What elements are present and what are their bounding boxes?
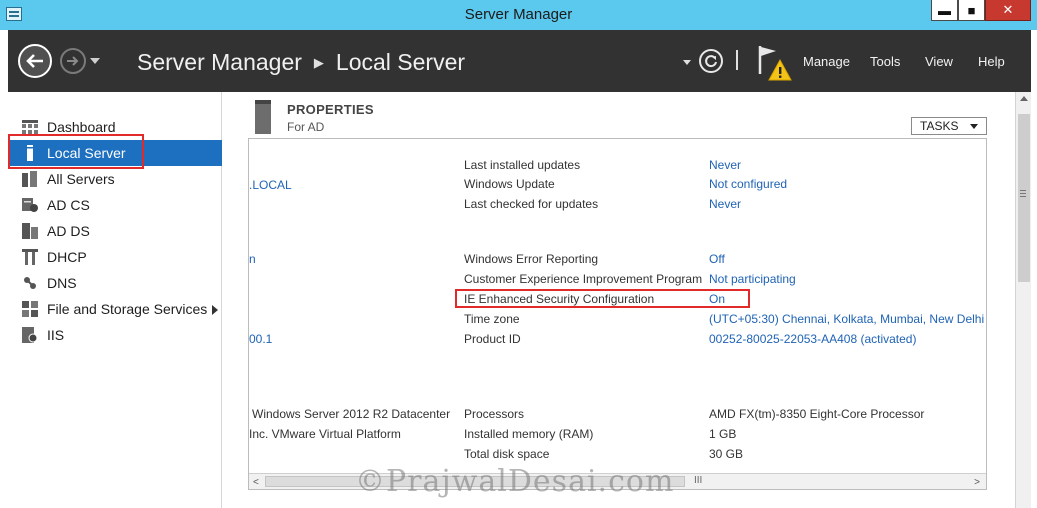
highlight-box-local-server — [8, 134, 144, 169]
close-button[interactable]: ✕ — [985, 0, 1031, 21]
os-version-fragment: Windows Server 2012 R2 Datacenter — [252, 407, 451, 421]
highlight-box-ie-esc — [455, 289, 750, 308]
property-value: 1 GB — [709, 427, 737, 441]
properties-panel: .LOCAL n 00.1 Windows Server 2012 R2 Dat… — [248, 138, 987, 490]
hardware-info-fragment: Inc. VMware Virtual Platform — [249, 427, 401, 441]
tasks-dropdown[interactable]: TASKS — [911, 117, 987, 135]
breadcrumb: Server Manager ▶ Local Server — [137, 49, 465, 76]
sidebar-item-label: All Servers — [47, 171, 115, 187]
tasks-label: TASKS — [920, 119, 959, 133]
property-label: Installed memory (RAM) — [464, 427, 594, 441]
file-storage-icon — [22, 301, 38, 317]
property-label: Last checked for updates — [464, 197, 599, 211]
property-value: 30 GB — [709, 447, 744, 461]
property-label: Total disk space — [464, 447, 550, 461]
scroll-grip-icon — [1020, 190, 1026, 191]
sidebar-item-dhcp[interactable]: DHCP — [8, 244, 222, 270]
ip-address-fragment[interactable]: 00.1 — [249, 332, 272, 346]
notifications-button[interactable] — [756, 42, 792, 82]
property-label: Windows Error Reporting — [464, 252, 599, 266]
breadcrumb-separator-icon: ▶ — [313, 54, 324, 70]
sidebar-item-file-storage[interactable]: File and Storage Services — [8, 296, 222, 322]
menu-view[interactable]: View — [925, 54, 953, 69]
sidebar-item-label: Dashboard — [47, 119, 116, 135]
server-properties-icon — [255, 100, 271, 134]
scroll-up-icon[interactable] — [1020, 96, 1028, 101]
property-label: Time zone — [464, 312, 520, 326]
property-value-link[interactable]: Never — [709, 197, 741, 211]
sidebar-item-label: AD CS — [47, 197, 90, 213]
property-value-link[interactable]: Not participating — [709, 272, 796, 286]
property-label: Product ID — [464, 332, 521, 346]
header-bar: Server Manager ▶ Local Server Manage Too… — [8, 30, 1031, 92]
maximize-button[interactable]: ■ — [958, 0, 985, 21]
breadcrumb-root[interactable]: Server Manager — [137, 49, 302, 76]
ad-ds-icon — [22, 223, 38, 239]
sidebar-item-label: AD DS — [47, 223, 90, 239]
property-value-link[interactable]: (UTC+05:30) Chennai, Kolkata, Mumbai, Ne… — [709, 312, 984, 326]
property-value-link[interactable]: Off — [709, 252, 725, 266]
property-label: Windows Update — [464, 177, 555, 191]
expand-arrow-icon[interactable] — [212, 305, 218, 315]
all-servers-icon — [22, 171, 38, 187]
dhcp-icon — [22, 249, 38, 265]
breadcrumb-dropdown-icon[interactable] — [683, 60, 691, 65]
sidebar-item-dns[interactable]: DNS — [8, 270, 222, 296]
chevron-down-icon — [970, 124, 978, 129]
window-controls: ▬ ■ ✕ — [931, 0, 1031, 21]
dns-icon — [22, 275, 38, 291]
title-bar: Server Manager ▬ ■ ✕ — [0, 0, 1037, 30]
main-content: PROPERTIES For AD TASKS .LOCAL n 00.1 Wi… — [223, 92, 1031, 508]
minimize-button[interactable]: ▬ — [931, 0, 958, 21]
menu-manage[interactable]: Manage — [803, 54, 850, 69]
notification-flag-warning-icon — [758, 46, 792, 81]
sidebar-item-label: File and Storage Services — [47, 301, 208, 317]
forward-button[interactable] — [60, 48, 86, 74]
sidebar-item-ad-ds[interactable]: AD DS — [8, 218, 222, 244]
back-button[interactable] — [18, 44, 52, 78]
properties-subtitle: For AD — [287, 120, 325, 134]
left-link-fragment[interactable]: n — [249, 252, 256, 266]
window-title: Server Manager — [464, 6, 573, 23]
refresh-icon — [705, 55, 717, 68]
scroll-grip: III — [694, 475, 703, 486]
property-label: Customer Experience Improvement Program — [464, 272, 703, 286]
sidebar-item-iis[interactable]: IIS — [8, 322, 222, 348]
ad-cs-icon — [22, 197, 38, 213]
property-value-link[interactable]: 00252-80025-22053-AA408 (activated) — [709, 332, 916, 346]
scroll-right-icon[interactable]: > — [974, 477, 980, 488]
sidebar-item-label: IIS — [47, 327, 65, 343]
sidebar-item-label: DHCP — [47, 249, 87, 265]
scroll-left-icon[interactable]: < — [253, 477, 259, 488]
refresh-button[interactable] — [699, 49, 723, 73]
menu-help[interactable]: Help — [978, 54, 1005, 69]
header-divider — [736, 50, 738, 70]
vertical-scrollbar[interactable] — [1015, 92, 1031, 508]
arrow-right-icon — [67, 56, 79, 66]
property-label: Processors — [464, 407, 525, 421]
vertical-scroll-thumb[interactable] — [1018, 114, 1030, 282]
sidebar-item-all-servers[interactable]: All Servers — [8, 166, 222, 192]
property-value-link[interactable]: Not configured — [709, 177, 787, 191]
watermark: ©PrajwalDesai.com — [355, 464, 675, 499]
breadcrumb-current: Local Server — [335, 49, 466, 75]
properties-title: PROPERTIES — [287, 102, 374, 117]
arrow-left-icon — [26, 54, 43, 68]
iis-icon — [22, 327, 38, 343]
history-dropdown-icon[interactable] — [90, 58, 100, 64]
computer-domain-fragment[interactable]: .LOCAL — [249, 178, 292, 192]
property-value: AMD FX(tm)-8350 Eight-Core Processor — [709, 407, 925, 421]
sidebar-item-ad-cs[interactable]: AD CS — [8, 192, 222, 218]
property-label: Last installed updates — [464, 158, 581, 172]
menu-tools[interactable]: Tools — [870, 54, 900, 69]
property-value-link[interactable]: Never — [709, 158, 741, 172]
dashboard-icon — [22, 119, 38, 135]
sidebar-item-label: DNS — [47, 275, 77, 291]
